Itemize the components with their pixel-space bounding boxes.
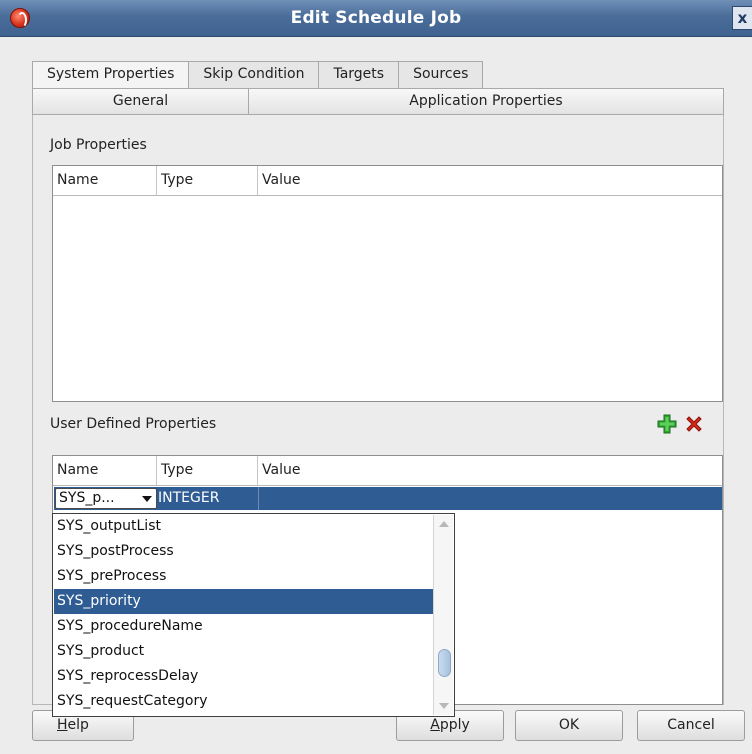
help-mnemonic: H [57, 717, 68, 733]
property-name-dropdown[interactable]: SYS_outputList SYS_postProcess SYS_prePr… [52, 513, 455, 717]
tab-skip-condition[interactable]: Skip Condition [188, 61, 319, 88]
column-header-value[interactable]: Value [258, 456, 722, 485]
cancel-button[interactable]: Cancel [637, 710, 745, 741]
dropdown-option[interactable]: SYS_preProcess [54, 564, 433, 589]
tab-general[interactable]: General [33, 89, 248, 114]
dropdown-option[interactable]: SYS_reprocessDelay [54, 664, 433, 689]
dropdown-option[interactable]: SYS_outputList [54, 514, 433, 539]
dropdown-option[interactable]: SYS_requestCategory [54, 689, 433, 714]
user-defined-properties-label: User Defined Properties [50, 416, 217, 432]
tab-system-properties[interactable]: System Properties [32, 61, 189, 88]
dropdown-option[interactable]: SYS_procedureName [54, 614, 433, 639]
dropdown-scrollbar[interactable] [433, 515, 453, 715]
dropdown-option[interactable]: SYS_product [54, 639, 433, 664]
ok-button[interactable]: OK [515, 710, 623, 741]
column-header-name[interactable]: Name [53, 166, 157, 195]
apply-label: pply [439, 717, 470, 733]
help-label: elp [67, 717, 89, 733]
property-name-combo[interactable]: SYS_p... [55, 488, 157, 509]
primary-tab-bar: System Properties Skip Condition Targets… [32, 61, 484, 88]
tab-application-properties[interactable]: Application Properties [248, 89, 723, 114]
window-title: Edit Schedule Job [290, 8, 462, 28]
title-bar: Edit Schedule Job x [0, 0, 752, 37]
cell-divider [258, 487, 259, 510]
column-header-value[interactable]: Value [258, 166, 722, 195]
apply-mnemonic: A [430, 717, 440, 733]
dropdown-option[interactable]: SYS_postProcess [54, 539, 433, 564]
type-cell: INTEGER [158, 490, 220, 506]
delete-icon[interactable] [684, 414, 704, 434]
scroll-down-icon[interactable] [439, 703, 449, 709]
scroll-up-icon[interactable] [439, 521, 449, 527]
job-properties-label: Job Properties [50, 137, 147, 153]
column-header-type[interactable]: Type [157, 456, 258, 485]
job-properties-header: Name Type Value [53, 166, 722, 196]
tab-targets[interactable]: Targets [318, 61, 399, 88]
scrollbar-thumb[interactable] [438, 649, 451, 677]
dropdown-option-selected[interactable]: SYS_priority [54, 589, 433, 614]
secondary-tab-bar: General Application Properties [32, 88, 724, 115]
chevron-down-icon[interactable] [142, 496, 152, 502]
close-icon[interactable]: x [732, 6, 752, 30]
plus-icon[interactable] [657, 414, 677, 434]
column-header-name[interactable]: Name [53, 456, 157, 485]
table-row[interactable]: SYS_p... INTEGER [54, 487, 722, 510]
user-defined-properties-header: Name Type Value [53, 456, 722, 486]
column-header-type[interactable]: Type [157, 166, 258, 195]
job-properties-table[interactable]: Name Type Value [52, 165, 723, 402]
combo-value: SYS_p... [59, 490, 115, 506]
tab-sources[interactable]: Sources [398, 61, 484, 88]
